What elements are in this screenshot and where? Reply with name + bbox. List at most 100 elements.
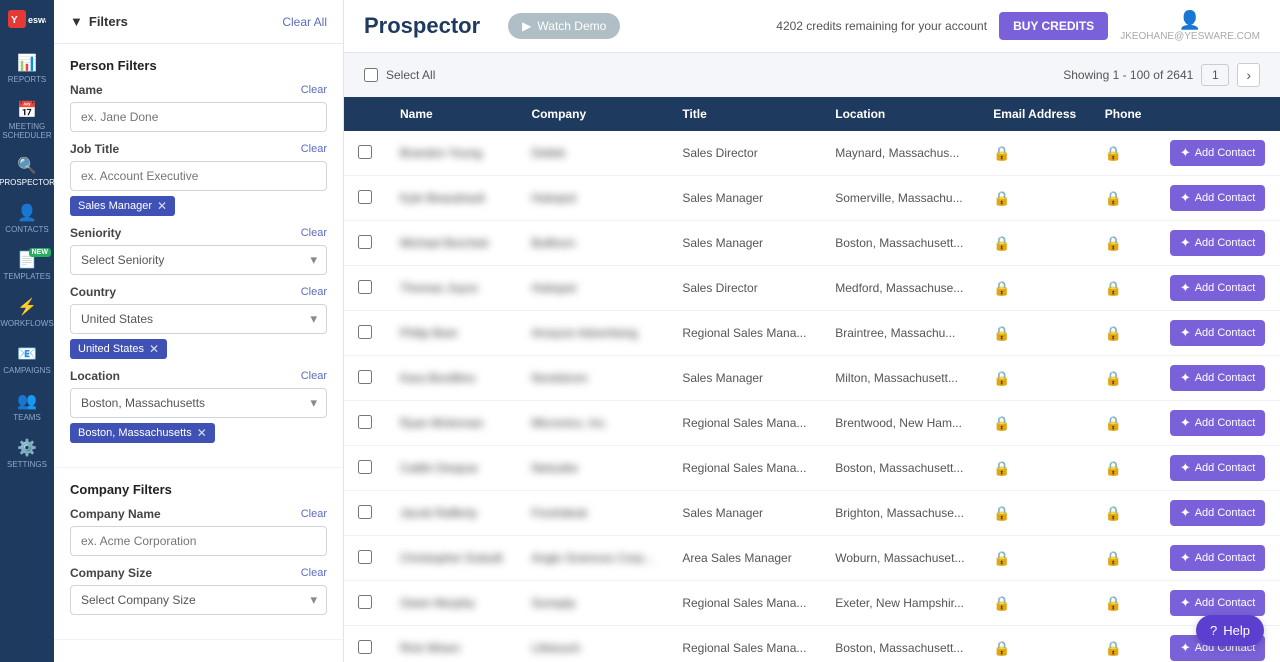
email-lock-icon: 🔒 (993, 190, 1010, 206)
sidebar-item-contacts[interactable]: 👤CONTACTS (0, 195, 59, 242)
row-phone: 🔒 (1091, 536, 1156, 581)
row-name: Kara Bordilino (386, 356, 517, 401)
sidebar-item-workflows[interactable]: ⚡WORKFLOWS (0, 289, 59, 336)
buy-credits-button[interactable]: BUY CREDITS (999, 12, 1108, 40)
row-checkbox[interactable] (358, 505, 372, 519)
email-lock-icon: 🔒 (993, 145, 1010, 161)
name-input[interactable] (70, 102, 327, 132)
row-title: Area Sales Manager (668, 536, 821, 581)
location-select[interactable]: Boston, Massachusetts (70, 388, 327, 418)
prospector-icon: 🔍 (17, 156, 37, 176)
add-contact-button[interactable]: ✦Add Contact (1170, 455, 1265, 481)
name-clear-button[interactable]: Clear (301, 84, 327, 96)
row-company: Hubspot (517, 176, 668, 221)
row-checkbox[interactable] (358, 370, 372, 384)
add-contact-button[interactable]: ✦Add Contact (1170, 365, 1265, 391)
company-name-clear-button[interactable]: Clear (301, 508, 327, 520)
row-checkbox[interactable] (358, 550, 372, 564)
sidebar-filters: ▼ Filters Clear All Person Filters Name … (54, 0, 344, 662)
add-contact-button[interactable]: ✦Add Contact (1170, 320, 1265, 346)
table-row: Owen Murphy Sunopty Regional Sales Mana.… (344, 581, 1280, 626)
sidebar-item-meeting-scheduler[interactable]: 📅MEETING SCHEDULER (0, 92, 59, 148)
plus-icon: ✦ (1180, 640, 1191, 656)
nav-label-settings: SETTINGS (7, 460, 47, 469)
add-contact-button[interactable]: ✦Add Contact (1170, 140, 1265, 166)
clear-all-button[interactable]: Clear All (282, 15, 327, 29)
svg-text:Y: Y (11, 15, 18, 26)
row-email: 🔒 (979, 266, 1091, 311)
add-contact-button[interactable]: ✦Add Contact (1170, 185, 1265, 211)
row-phone: 🔒 (1091, 581, 1156, 626)
watch-demo-button[interactable]: ▶ Watch Demo (508, 13, 620, 39)
location-tag-remove[interactable]: ✕ (197, 426, 207, 440)
th-checkbox (344, 97, 386, 131)
email-lock-icon: 🔒 (993, 370, 1010, 386)
phone-lock-icon: 🔒 (1105, 640, 1122, 656)
row-checkbox[interactable] (358, 280, 372, 294)
location-tag: Boston, Massachusetts ✕ (70, 423, 215, 443)
row-name: Brandon Young (386, 131, 517, 176)
add-contact-button[interactable]: ✦Add Contact (1170, 410, 1265, 436)
country-label: Country (70, 285, 116, 299)
row-location: Milton, Massachusett... (821, 356, 979, 401)
help-button[interactable]: ? Help (1196, 615, 1264, 646)
sidebar-item-reports[interactable]: 📊REPORTS (0, 45, 59, 92)
left-nav: Y esware 📊REPORTS📅MEETING SCHEDULER🔍PROS… (0, 0, 54, 662)
job-title-input[interactable] (70, 161, 327, 191)
row-phone: 🔒 (1091, 221, 1156, 266)
location-field-row: Location Clear Boston, Massachusetts ▾ B… (70, 369, 327, 443)
next-page-button[interactable]: › (1237, 63, 1260, 87)
row-checkbox-cell (344, 626, 386, 662)
row-location: Woburn, Massachuset... (821, 536, 979, 581)
seniority-select-wrapper: Select Seniority ▾ (70, 245, 327, 275)
plus-icon: ✦ (1180, 325, 1191, 341)
add-contact-button[interactable]: ✦Add Contact (1170, 545, 1265, 571)
row-checkbox[interactable] (358, 460, 372, 474)
sidebar-item-prospector[interactable]: 🔍PROSPECTOR (0, 148, 59, 195)
company-name-input[interactable] (70, 526, 327, 556)
add-contact-button[interactable]: ✦Add Contact (1170, 275, 1265, 301)
job-title-clear-button[interactable]: Clear (301, 143, 327, 155)
plus-icon: ✦ (1180, 460, 1191, 476)
row-name: Christopher Dubuilt (386, 536, 517, 581)
seniority-clear-button[interactable]: Clear (301, 227, 327, 239)
nav-badge-templates: NEW (29, 248, 51, 257)
row-checkbox[interactable] (358, 640, 372, 654)
location-clear-button[interactable]: Clear (301, 370, 327, 382)
row-email: 🔒 (979, 176, 1091, 221)
country-clear-button[interactable]: Clear (301, 286, 327, 298)
company-size-select[interactable]: Select Company Size (70, 585, 327, 615)
add-contact-button[interactable]: ✦Add Contact (1170, 230, 1265, 256)
email-lock-icon: 🔒 (993, 595, 1010, 611)
top-right-area: 4202 credits remaining for your account … (776, 10, 1260, 42)
email-lock-icon: 🔒 (993, 415, 1010, 431)
job-title-tag-remove[interactable]: ✕ (157, 199, 167, 213)
country-field-row: Country Clear United States ▾ United Sta… (70, 285, 327, 359)
row-name: Michael Borchek (386, 221, 517, 266)
row-checkbox[interactable] (358, 415, 372, 429)
sidebar-item-settings[interactable]: ⚙️SETTINGS (0, 430, 59, 477)
row-company: Amazon Advertising (517, 311, 668, 356)
row-checkbox[interactable] (358, 190, 372, 204)
logo[interactable]: Y esware (8, 10, 46, 33)
select-all-checkbox[interactable] (364, 68, 378, 82)
plus-icon: ✦ (1180, 190, 1191, 206)
teams-icon: 👥 (17, 391, 37, 411)
user-menu[interactable]: 👤 JKEOHANE@YESWARE.COM (1120, 10, 1260, 42)
row-location: Medford, Massachuse... (821, 266, 979, 311)
sidebar-item-templates[interactable]: 📄TEMPLATESNEW (0, 242, 59, 289)
nav-label-meeting-scheduler: MEETING SCHEDULER (0, 122, 55, 140)
row-checkbox[interactable] (358, 145, 372, 159)
add-contact-button[interactable]: ✦Add Contact (1170, 500, 1265, 526)
country-tag-remove[interactable]: ✕ (149, 342, 159, 356)
row-checkbox[interactable] (358, 235, 372, 249)
add-contact-button[interactable]: ✦Add Contact (1170, 590, 1265, 616)
country-select[interactable]: United States (70, 304, 327, 334)
company-size-clear-button[interactable]: Clear (301, 567, 327, 579)
table-row: Thomas Joyce Hubspot Sales Director Medf… (344, 266, 1280, 311)
sidebar-item-teams[interactable]: 👥TEAMS (0, 383, 59, 430)
row-checkbox[interactable] (358, 595, 372, 609)
seniority-select[interactable]: Select Seniority (70, 245, 327, 275)
row-checkbox[interactable] (358, 325, 372, 339)
sidebar-item-campaigns[interactable]: 📧CAMPAIGNS (0, 336, 59, 383)
